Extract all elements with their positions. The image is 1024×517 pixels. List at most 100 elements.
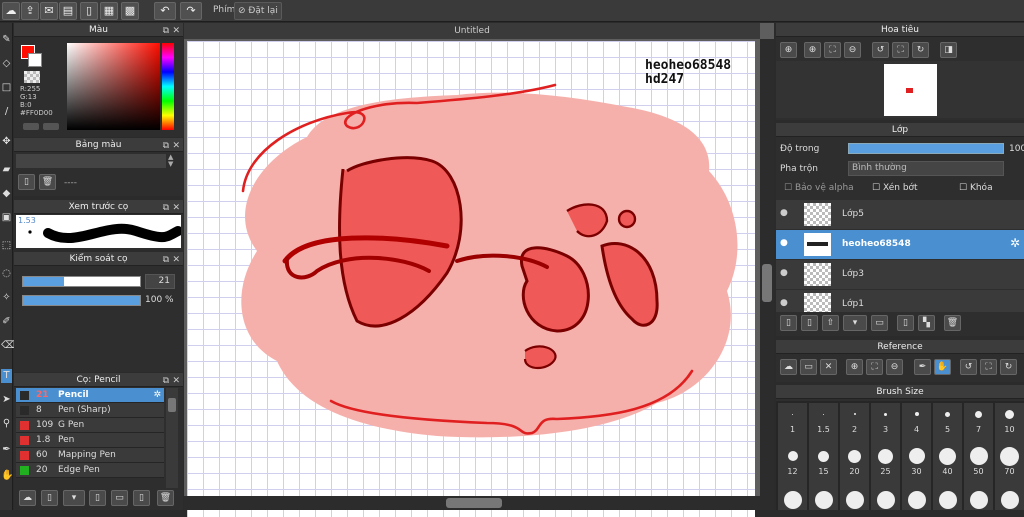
brush-size-cell[interactable]: 20 [840, 445, 869, 490]
close-icon[interactable]: ✕ [172, 139, 180, 153]
list-item[interactable]: 1.8 Pen [16, 433, 164, 448]
text-tool-icon[interactable]: T [1, 369, 12, 383]
chat-icon[interactable]: ▤ [59, 2, 77, 20]
close-icon[interactable]: ✕ [172, 374, 180, 388]
scroll-thumb[interactable] [168, 398, 176, 412]
close-icon[interactable]: ✕ [820, 359, 837, 375]
folder-icon[interactable]: ▭ [871, 315, 888, 331]
copy-layer-icon[interactable]: ▯ [897, 315, 914, 331]
popout-icon[interactable]: ⧉ [163, 24, 169, 38]
rect-select-icon[interactable]: □ [1, 81, 12, 95]
move-tool-icon[interactable]: ✥ [1, 135, 12, 149]
brush-size-cell[interactable]: 30 [902, 445, 931, 490]
brush-list-scrollbar[interactable] [166, 388, 178, 488]
brush-size-cell[interactable]: 3 [871, 403, 900, 448]
brush-size-cell[interactable] [995, 489, 1024, 510]
delete-palette-icon[interactable]: 🗑 [39, 174, 56, 190]
merge-icon[interactable]: ▚ [918, 315, 935, 331]
undo-icon[interactable]: ↶ [154, 2, 176, 20]
copy-brush-icon[interactable]: ▯ [89, 490, 106, 506]
list-item[interactable]: 109 G Pen [16, 418, 164, 433]
popout-icon[interactable]: ⧉ [163, 139, 169, 153]
comment-icon[interactable]: ✉ [40, 2, 58, 20]
pen-tool-icon[interactable]: ✎ [1, 33, 12, 47]
duplicate-icon[interactable]: ▯ [133, 490, 150, 506]
hue-slider[interactable] [162, 43, 174, 130]
horizontal-scrollbar[interactable] [184, 496, 760, 510]
vertical-scrollbar[interactable] [760, 39, 774, 510]
brush-size-cell[interactable]: 1 [778, 403, 807, 448]
list-item[interactable]: 20 Edge Pen [16, 463, 164, 478]
list-item[interactable]: 60 Mapping Pen [16, 448, 164, 463]
navigator-thumbnail[interactable] [884, 64, 937, 116]
new-palette-icon[interactable]: ▯ [18, 174, 35, 190]
visibility-icon[interactable]: ● [780, 208, 788, 218]
close-icon[interactable]: ✕ [172, 253, 180, 267]
brush-size-cell[interactable] [778, 489, 807, 510]
size-slider[interactable] [22, 276, 141, 287]
opacity-slider[interactable] [22, 295, 141, 306]
brush-size-cell[interactable] [933, 489, 962, 510]
hand-tool-icon[interactable]: ✋ [1, 469, 13, 483]
new-layer-alt-icon[interactable]: ▯ [801, 315, 818, 331]
zoom-out-icon[interactable]: ⊖ [844, 42, 861, 58]
brush-size-cell[interactable]: 2 [840, 403, 869, 448]
layer-menu-icon[interactable]: ▾ [843, 315, 867, 331]
brush-size-cell[interactable]: 50 [964, 445, 993, 490]
brush-size-cell[interactable]: 70 [995, 445, 1024, 490]
transparent-swatch[interactable] [24, 71, 40, 83]
folder-icon[interactable]: ▭ [800, 359, 817, 375]
document-tab[interactable]: Untitled [184, 23, 760, 39]
visibility-icon[interactable]: ● [780, 298, 788, 308]
fill-tool-icon[interactable]: ▰ [1, 163, 12, 177]
brush-size-cell[interactable]: 4 [902, 403, 931, 448]
document-icon[interactable]: ▯ [80, 2, 98, 20]
popout-icon[interactable]: ⧉ [163, 253, 169, 267]
import-icon[interactable]: ⇧ [822, 315, 839, 331]
close-icon[interactable]: ✕ [172, 201, 180, 215]
flip-icon[interactable]: ◨ [940, 42, 957, 58]
palette-select[interactable] [16, 154, 166, 168]
fit-icon[interactable]: ⛶ [824, 42, 841, 58]
cloud-brush-icon[interactable]: ☁ [19, 490, 36, 506]
horizontal-scroll-thumb[interactable] [446, 498, 502, 508]
gear-icon[interactable]: ✲ [153, 388, 161, 403]
gradient-icon[interactable]: ▣ [1, 211, 12, 225]
brush-size-cell[interactable]: 25 [871, 445, 900, 490]
bucket-icon[interactable]: ◆ [1, 187, 12, 201]
trash-icon[interactable]: 🗑 [157, 490, 174, 506]
layer-opacity-slider[interactable] [848, 143, 1004, 154]
rotate-reset-icon[interactable]: ⛶ [980, 359, 997, 375]
redo-icon[interactable]: ↷ [180, 2, 202, 20]
protect-alpha-checkbox[interactable]: ☐ Bảo vệ alpha [784, 183, 854, 193]
new-brush-icon[interactable]: ▯ [41, 490, 58, 506]
pipette-icon[interactable]: ✒ [1, 443, 12, 457]
magic-wand-icon[interactable]: ✧ [1, 291, 12, 305]
layer-row-selected[interactable]: ● heoheo68548 ✲ [776, 230, 1024, 259]
fit-icon[interactable]: ⛶ [866, 359, 883, 375]
sub-color-swatch[interactable] [28, 53, 42, 67]
color-add-button[interactable] [23, 123, 39, 130]
size-value[interactable]: 21 [145, 274, 175, 289]
grid-icon[interactable]: ▦ [100, 2, 118, 20]
layer-row[interactable]: ● Lớp1 [776, 290, 1024, 312]
cloud-icon[interactable]: ☁ [780, 359, 797, 375]
rotate-reset-icon[interactable]: ⛶ [892, 42, 909, 58]
brush-size-cell[interactable]: 5 [933, 403, 962, 448]
zoom-in-icon[interactable]: ⊕ [846, 359, 863, 375]
hand-icon[interactable]: ✋ [934, 359, 951, 375]
list-item[interactable]: 21 Pencil ✲ [16, 388, 164, 403]
brush-size-cell[interactable]: 12 [778, 445, 807, 490]
vertical-scroll-thumb[interactable] [762, 264, 772, 302]
zoom-out-icon[interactable]: ⊖ [886, 359, 903, 375]
layer-row[interactable]: ● Lớp3 [776, 260, 1024, 289]
eraser-tool-icon[interactable]: ◇ [1, 57, 12, 71]
brush-size-cell[interactable]: 1.5 [809, 403, 838, 448]
brush-size-cell[interactable] [871, 489, 900, 510]
brush-size-cell[interactable]: 15 [809, 445, 838, 490]
select-pen-icon[interactable]: ✐ [1, 315, 12, 329]
lock-checkbox[interactable]: ☐ Khóa [959, 183, 993, 193]
cloud-icon[interactable]: ☁ [2, 2, 20, 20]
brush-size-cell[interactable] [964, 489, 993, 510]
brush-size-cell[interactable]: 10 [995, 403, 1024, 448]
